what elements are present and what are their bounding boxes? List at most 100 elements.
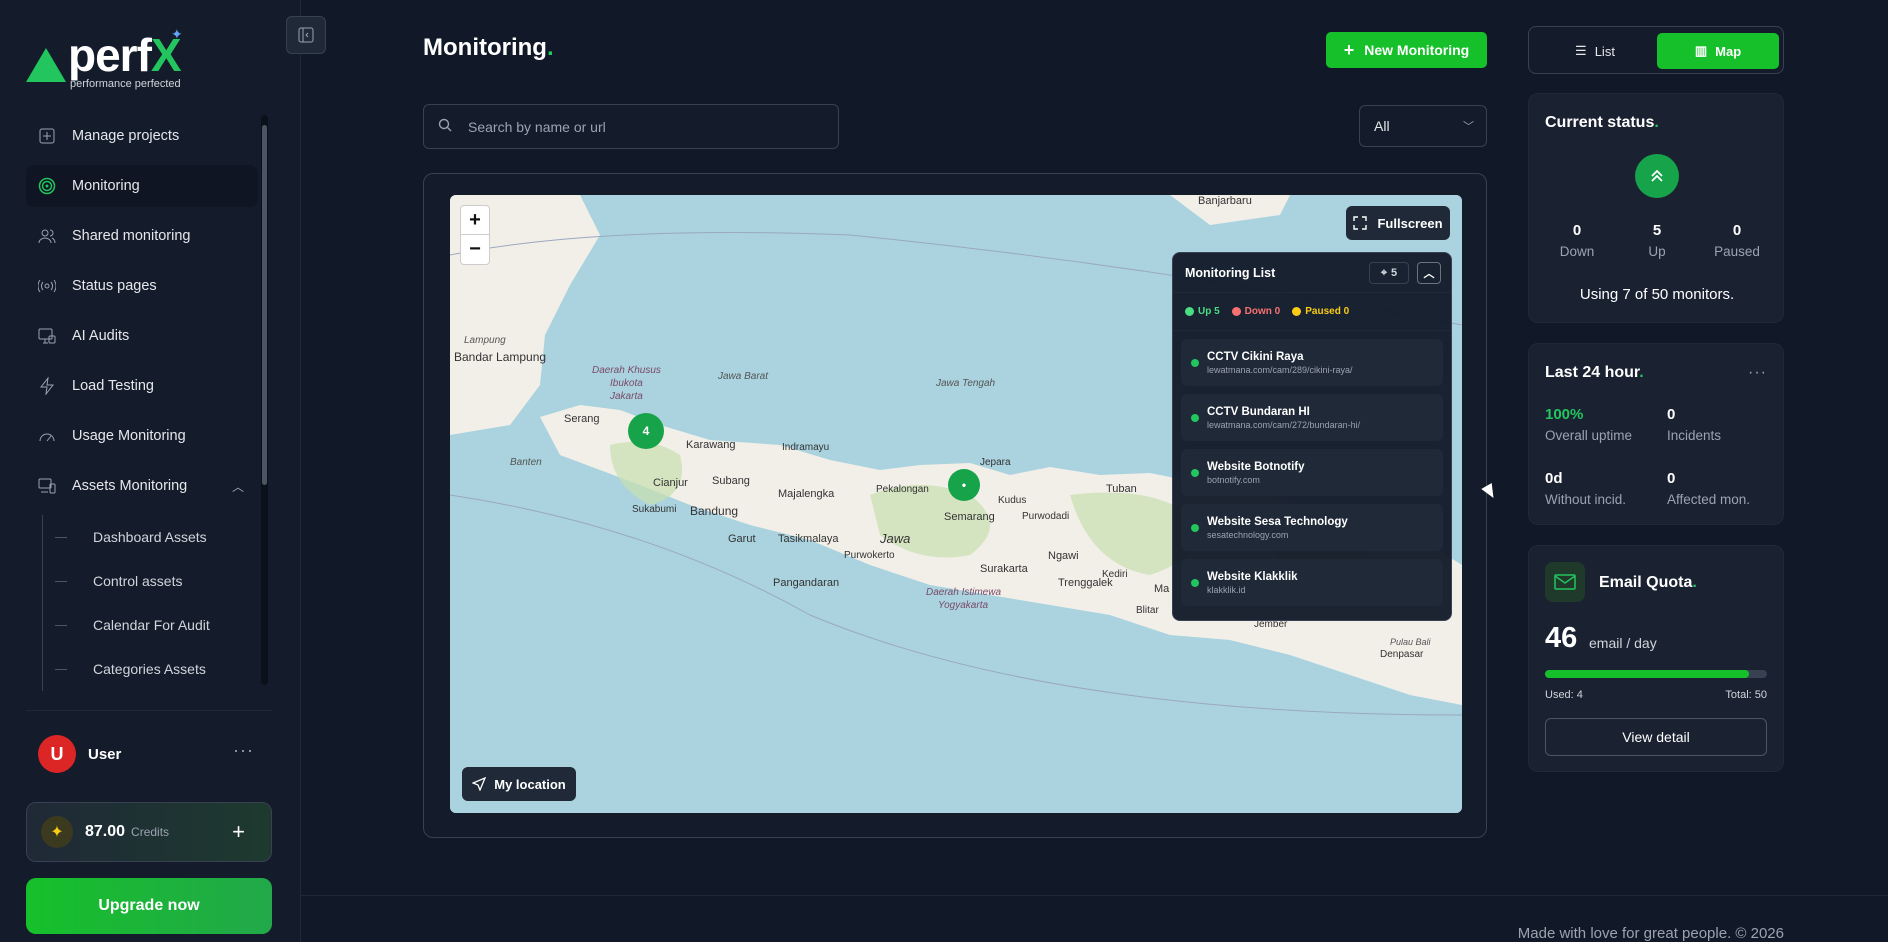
status-dot: [1191, 523, 1199, 532]
view-toggle: ☰ List ▥ Map: [1528, 26, 1784, 74]
card-title-text: Last 24 hour: [1545, 364, 1640, 381]
map-label: Kediri: [1102, 569, 1128, 580]
map-label: Jawa Barat: [718, 371, 769, 382]
last-24-hour-card: Last 24 hour. ··· 100% Overall uptime 0 In…: [1528, 343, 1784, 525]
credits-card: ✦ 87.00 Credits +: [26, 802, 272, 862]
submenu-item-control-assets[interactable]: Control assets: [43, 559, 258, 603]
status-dot: [1191, 468, 1199, 477]
map-label: Kudus: [998, 495, 1027, 506]
map-location-marker[interactable]: •: [948, 469, 980, 501]
map-label: Cianjur: [653, 477, 688, 489]
my-location-label: My location: [494, 776, 566, 792]
fullscreen-button[interactable]: Fullscreen: [1346, 206, 1450, 240]
map-label: Semarang: [944, 511, 995, 523]
credits-label: Credits: [131, 825, 170, 839]
list-icon: ☰: [1575, 43, 1587, 58]
fullscreen-label: Fullscreen: [1377, 215, 1443, 231]
map-label: Lampung: [464, 335, 506, 346]
collapse-list-button[interactable]: ︿: [1417, 262, 1441, 284]
new-monitoring-label: New Monitoring: [1364, 42, 1470, 58]
view-detail-button[interactable]: View detail: [1545, 718, 1767, 756]
expand-icon: [1353, 216, 1368, 230]
affected-value: 0: [1667, 470, 1676, 487]
map-canvas[interactable]: Banjarbaru Lampung Bandar Lampung Daerah…: [450, 195, 1462, 813]
monitor-usage-text: Using 7 of 50 monitors.: [1579, 286, 1735, 303]
map-label: Jawa Tengah: [936, 378, 996, 389]
chevron-up-icon[interactable]: ︿: [232, 478, 244, 495]
sidebar-item-usage-monitoring[interactable]: Usage Monitoring: [26, 415, 258, 457]
sidebar-toggle-icon: [298, 27, 314, 43]
list-item[interactable]: Website Sesa Technology sesatechnology.co…: [1181, 504, 1443, 551]
logo-text: perf: [68, 29, 152, 81]
sidebar-item-shared-monitoring[interactable]: Shared monitoring: [26, 215, 258, 257]
chevron-up-icon: ︿: [1423, 268, 1435, 280]
envelope-icon: [1545, 562, 1585, 602]
logo-word: perfX: [68, 28, 182, 82]
zoom-in-button[interactable]: +: [461, 206, 489, 235]
quota-progress-fill: [1545, 670, 1750, 678]
add-credits-button[interactable]: +: [232, 819, 245, 845]
filter-selected: All: [1374, 118, 1390, 134]
submenu-item-categories-assets[interactable]: Categories Assets: [43, 647, 258, 691]
assets-submenu: Dashboard Assets Control assets Calendar…: [42, 515, 258, 691]
up-dot: [1185, 307, 1194, 316]
sparkle-icon: ✦: [171, 26, 183, 42]
plus-square-icon: [38, 127, 56, 145]
card-title-text: Email Quota: [1599, 574, 1693, 591]
page-title: Monitoring.: [423, 34, 554, 62]
item-url: sesatechnology.com: [1207, 529, 1289, 540]
item-url: lewatmana.com/cam/289/cikini-raya/: [1207, 364, 1353, 375]
submenu-dash: [55, 580, 67, 582]
sidebar-item-status-pages[interactable]: Status pages: [26, 265, 258, 307]
sidebar-item-manage-projects[interactable]: Manage projects: [26, 115, 258, 157]
list-item[interactable]: Website Botnotify botnotify.com: [1181, 449, 1443, 496]
sidebar-item-label: Load Testing: [72, 378, 154, 394]
map-panel: Banjarbaru Lampung Bandar Lampung Daerah…: [423, 173, 1487, 838]
user-more-icon[interactable]: ···: [233, 740, 254, 761]
email-quota-unit: email / day: [1589, 635, 1657, 651]
sidebar-item-label: AI Audits: [72, 328, 130, 344]
sidebar-item-monitoring[interactable]: Monitoring: [26, 165, 258, 207]
perfx-logo[interactable]: perfX ✦ performance perfected: [26, 26, 206, 90]
item-name: Website Botnotify: [1207, 460, 1305, 473]
upgrade-button[interactable]: Upgrade now: [26, 878, 272, 934]
my-location-button[interactable]: My location: [462, 767, 576, 801]
user-menu[interactable]: U User ···: [38, 734, 262, 774]
item-name: CCTV Cikini Raya: [1207, 350, 1304, 363]
status-filter-select[interactable]: All ﹀: [1359, 105, 1487, 147]
map-label: Tuban: [1106, 483, 1137, 495]
footer-text: Made with love for great people. © 2026: [1517, 925, 1784, 942]
more-options-icon[interactable]: ···: [1748, 364, 1767, 382]
map-label: Pulau Bali: [1390, 637, 1431, 647]
map-label: Garut: [728, 533, 756, 545]
new-monitoring-button[interactable]: + New Monitoring: [1326, 32, 1487, 68]
paused-dot: [1292, 307, 1302, 316]
submenu-item-calendar-for-audit[interactable]: Calendar For Audit: [43, 603, 258, 647]
logo-triangle-icon: [26, 48, 66, 82]
title-dot: .: [546, 34, 554, 61]
submenu-label: Categories Assets: [93, 661, 206, 677]
legend-paused: Paused 0: [1292, 306, 1349, 317]
sidebar-scrollbar[interactable]: [261, 115, 268, 685]
scrollbar-thumb[interactable]: [262, 125, 267, 485]
list-item[interactable]: Website Klakklik klakklik.id: [1181, 559, 1443, 606]
map-label: Bandung: [690, 504, 739, 518]
sidebar-item-ai-audits[interactable]: AI Audits: [26, 315, 258, 357]
list-item[interactable]: CCTV Bundaran HI lewatmana.com/cam/272/bu…: [1181, 394, 1443, 441]
map-label: Denpasar: [1380, 649, 1424, 660]
submenu-item-dashboard-assets[interactable]: Dashboard Assets: [43, 515, 258, 559]
collapse-sidebar-button[interactable]: [286, 16, 326, 54]
map-view-button[interactable]: ▥ Map: [1657, 33, 1779, 69]
map-label: Banjarbaru: [1198, 195, 1252, 207]
sidebar-item-label: Shared monitoring: [72, 228, 191, 244]
map-label: Banten: [510, 457, 542, 468]
sidebar-item-load-testing[interactable]: Load Testing: [26, 365, 258, 407]
list-item[interactable]: CCTV Cikini Raya lewatmana.com/cam/289/ci…: [1181, 339, 1443, 386]
sidebar-item-assets-monitoring[interactable]: Assets Monitoring ︿: [26, 465, 258, 507]
map-cluster-marker[interactable]: 4: [628, 413, 664, 449]
list-view-button[interactable]: ☰ List: [1535, 33, 1655, 69]
zoom-out-button[interactable]: −: [461, 235, 489, 264]
search-input[interactable]: Search by name or url: [423, 104, 839, 149]
legend-up-label: Up 5: [1198, 306, 1220, 317]
gauge-icon: [38, 427, 56, 445]
